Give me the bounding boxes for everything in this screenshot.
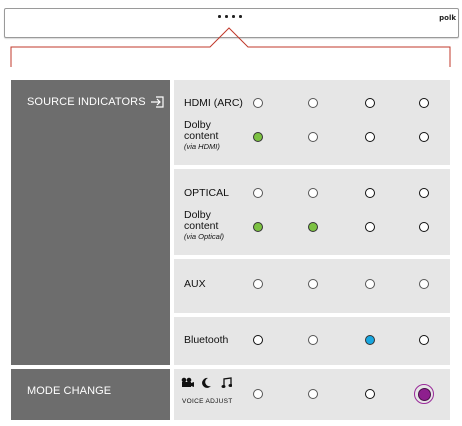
row-label-bluetooth: Bluetooth	[184, 334, 229, 346]
indicator-bluetooth-3	[365, 335, 375, 345]
indicator-optical-2	[308, 188, 318, 198]
indicator-dolby-hdmi-1	[253, 132, 263, 142]
indicator-hdmi-3	[365, 98, 375, 108]
soundbar-device	[4, 8, 459, 38]
indicator-mode-2	[308, 389, 318, 399]
indicator-aux-1	[253, 279, 263, 289]
indicator-dolby-hdmi-2	[308, 132, 318, 142]
indicator-optical-3	[365, 188, 375, 198]
dolby-hdmi-main: Dolby content	[184, 119, 219, 142]
indicator-mode-3	[365, 389, 375, 399]
music-note-icon	[221, 377, 232, 388]
led-indicator-dots	[218, 15, 248, 21]
indicator-bluetooth-2	[308, 335, 318, 345]
indicator-dolby-optical-4	[419, 222, 429, 232]
indicator-dolby-optical-3	[365, 222, 375, 232]
dolby-hdmi-sub: (via HDMI)	[184, 142, 220, 151]
indicator-bluetooth-4	[419, 335, 429, 345]
dolby-optical-main: Dolby content	[184, 209, 219, 232]
indicator-dolby-optical-2	[308, 222, 318, 232]
row-label-dolby-optical: Dolby content (via Optical)	[184, 209, 225, 242]
indicator-dolby-optical-1	[253, 222, 263, 232]
night-moon-icon	[202, 377, 211, 388]
dolby-optical-sub: (via Optical)	[184, 232, 225, 241]
indicator-hdmi-1	[253, 98, 263, 108]
indicator-hdmi-2	[308, 98, 318, 108]
indicator-mode-4-active	[414, 384, 434, 404]
indicator-mode-1	[253, 389, 263, 399]
row-label-aux: AUX	[184, 278, 206, 290]
brand-logo: polk	[439, 14, 456, 22]
input-arrow-icon	[150, 96, 164, 108]
indicator-mode-4-core	[417, 387, 431, 401]
indicator-dolby-hdmi-4	[419, 132, 429, 142]
source-indicators-panel	[11, 80, 170, 365]
row-label-dolby-hdmi: Dolby content (via HDMI)	[184, 119, 220, 152]
mode-change-heading: MODE CHANGE	[27, 385, 111, 397]
row-label-hdmi: HDMI (ARC)	[184, 97, 243, 109]
indicator-optical-4	[419, 188, 429, 198]
indicator-hdmi-4	[419, 98, 429, 108]
indicator-dolby-hdmi-3	[365, 132, 375, 142]
indicator-bluetooth-1	[253, 335, 263, 345]
row-label-optical: OPTICAL	[184, 187, 229, 199]
indicator-aux-4	[419, 279, 429, 289]
indicator-optical-1	[253, 188, 263, 198]
mode-icons	[181, 377, 241, 389]
mode-change-label: MODE CHANGE	[27, 385, 112, 397]
indicator-aux-3	[365, 279, 375, 289]
movie-camera-icon	[181, 377, 194, 387]
voice-adjust-label: VOICE ADJUST	[182, 398, 233, 405]
source-indicators-heading: SOURCE INDICATORS	[27, 96, 164, 108]
source-indicators-label: SOURCE INDICATORS	[27, 96, 146, 108]
indicator-aux-2	[308, 279, 318, 289]
